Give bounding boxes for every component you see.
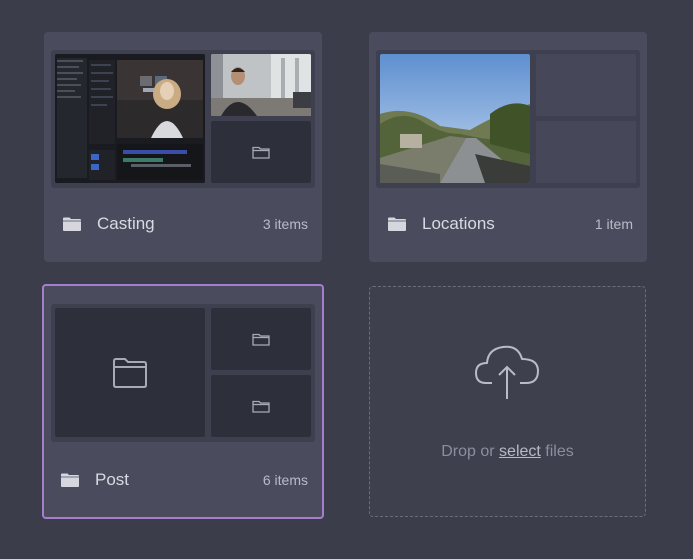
folder-icon [63, 217, 81, 231]
folder-card-casting[interactable]: Casting 3 items [44, 32, 322, 262]
folder-icon [61, 473, 79, 487]
folder-name: Locations [422, 214, 495, 233]
folder-meta: Post 6 items [44, 468, 322, 492]
thumbnail-portrait [211, 54, 311, 116]
folder-icon [252, 333, 270, 346]
thumbnail-empty-folder [55, 308, 205, 437]
upload-dropzone[interactable]: Drop or select files [369, 286, 646, 517]
folder-name: Casting [97, 214, 155, 233]
thumbnail-empty-folder [211, 375, 311, 437]
thumbnail-empty-folder [211, 308, 311, 370]
folder-card-locations[interactable]: Locations 1 item [369, 32, 647, 262]
folder-icon [252, 146, 270, 159]
dropzone-text-after: files [545, 443, 574, 460]
select-files-link[interactable]: select [499, 443, 541, 460]
portrait-image [211, 54, 311, 116]
folder-name: Post [95, 470, 130, 489]
cloud-upload-icon [475, 345, 539, 399]
folder-item-count: 3 items [262, 216, 308, 232]
thumbnail-empty [536, 54, 636, 116]
thumbnail-street-photo [380, 54, 530, 183]
dropzone-text-before: Drop or [441, 443, 495, 460]
folder-icon [113, 357, 147, 388]
folder-meta: Casting 3 items [44, 212, 322, 236]
folder-thumbnails [51, 50, 315, 188]
folder-item-count: 6 items [262, 472, 308, 488]
dropzone-text: Drop or select files [370, 443, 645, 461]
folder-thumbnails [376, 50, 640, 188]
folder-card-post[interactable]: Post 6 items [42, 284, 324, 519]
folder-thumbnails [51, 304, 315, 442]
folder-icon [388, 217, 406, 231]
folder-icon [252, 400, 270, 413]
thumbnail-empty [536, 121, 636, 183]
thumbnail-editor-screenshot [55, 54, 205, 183]
thumbnail-empty-folder [211, 121, 311, 183]
editor-image [55, 54, 205, 183]
folder-meta: Locations 1 item [369, 212, 647, 236]
folder-item-count: 1 item [594, 216, 633, 232]
street-image [380, 54, 530, 183]
